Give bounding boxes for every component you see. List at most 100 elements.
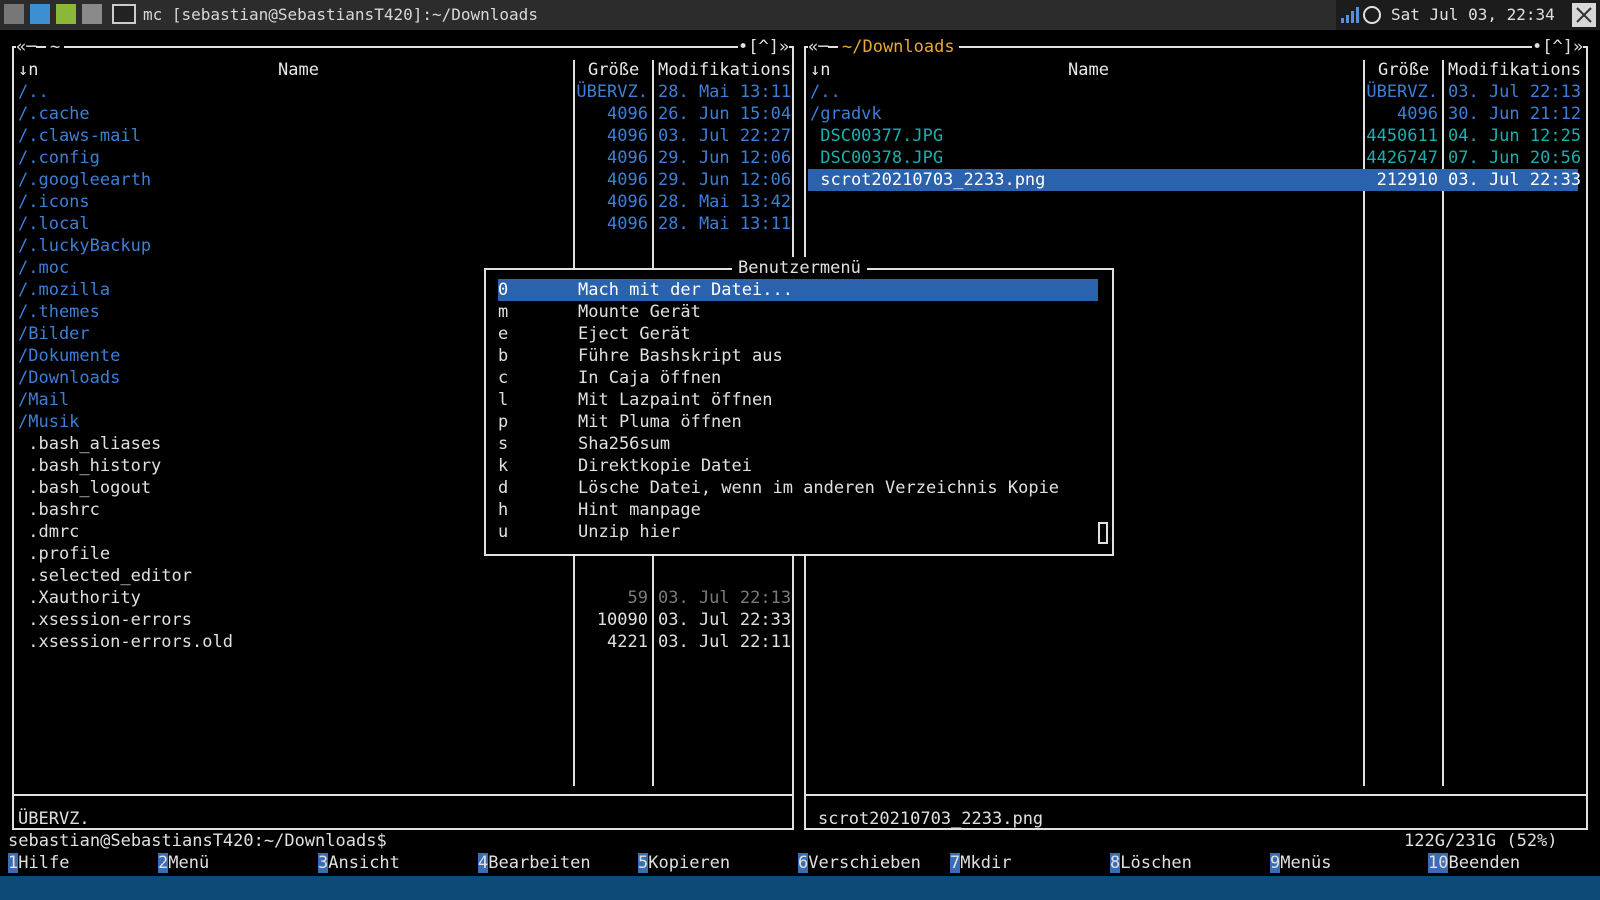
menu-item-label[interactable]: Führe Bashskript aus	[578, 345, 783, 367]
file-name[interactable]: /.luckyBackup	[18, 235, 151, 257]
left-col-size[interactable]: Größe	[588, 59, 639, 81]
fkey-1[interactable]: 1Hilfe	[8, 852, 69, 874]
file-name[interactable]: .dmrc	[18, 521, 79, 543]
left-sort-indicator[interactable]: ↓n	[18, 59, 38, 81]
file-name[interactable]: scrot20210703_2233.png	[810, 169, 1045, 191]
menu-item-label[interactable]: In Caja öffnen	[578, 367, 721, 389]
app-menu-icon[interactable]	[4, 4, 24, 24]
window-title[interactable]: mc [sebastian@SebastiansT420]:~/Download…	[143, 4, 538, 26]
file-name[interactable]: /.mozilla	[18, 279, 110, 301]
fkey-label: Beenden	[1448, 853, 1521, 873]
file-name[interactable]: .bash_logout	[18, 477, 151, 499]
right-panel-corner[interactable]: •[^]»	[1532, 36, 1584, 58]
file-name[interactable]: /Dokumente	[18, 345, 120, 367]
fkey-5[interactable]: 5Kopieren	[638, 852, 730, 874]
file-name[interactable]: .bash_history	[18, 455, 161, 477]
right-col-mtime[interactable]: Modifikations	[1448, 59, 1581, 81]
file-size: 10090	[596, 610, 648, 630]
user-menu-title: Benutzermenü	[732, 257, 867, 279]
file-name[interactable]: DSC00378.JPG	[810, 147, 943, 169]
file-name[interactable]: .selected_editor	[18, 565, 192, 587]
menu-item-key[interactable]: p	[498, 411, 508, 433]
menu-item-label[interactable]: Mach mit der Datei...	[578, 279, 793, 301]
menu-item-label[interactable]: Mit Lazpaint öffnen	[578, 389, 772, 411]
menu-item-key[interactable]: d	[498, 477, 508, 499]
menu-item-key[interactable]: m	[498, 301, 508, 323]
menu-item-key[interactable]: e	[498, 323, 508, 345]
command-prompt[interactable]: sebastian@SebastiansT420:~/Downloads$	[8, 830, 387, 852]
cursor-block	[1098, 522, 1108, 544]
fkey-10[interactable]: 10Beenden	[1428, 852, 1520, 874]
file-name[interactable]: /..	[18, 81, 49, 103]
file-name[interactable]: .Xauthority	[18, 587, 141, 609]
close-icon[interactable]	[1572, 3, 1596, 27]
file-name[interactable]: DSC00377.JPG	[810, 125, 943, 147]
workspace-icon[interactable]	[82, 4, 102, 24]
fkey-label: Löschen	[1120, 853, 1192, 873]
file-name[interactable]: /.themes	[18, 301, 100, 323]
menu-item-label[interactable]: Lösche Datei, wenn im anderen Verzeichni…	[578, 477, 1059, 499]
left-panel-corner[interactable]: •[^]»	[738, 36, 790, 58]
file-name[interactable]: /Downloads	[18, 367, 120, 389]
menu-item-key[interactable]: c	[498, 367, 508, 389]
file-name[interactable]: .bashrc	[18, 499, 100, 521]
menu-item-label[interactable]: Eject Gerät	[578, 323, 691, 345]
menu-item-key[interactable]: k	[498, 455, 508, 477]
menu-item-label[interactable]: Unzip hier	[578, 521, 680, 543]
file-size: ÜBERVZ.	[1366, 82, 1438, 102]
file-name[interactable]: .profile	[18, 543, 110, 565]
right-col-name[interactable]: Name	[1068, 59, 1109, 81]
fkey-8[interactable]: 8Löschen	[1110, 852, 1192, 874]
fkey-4[interactable]: 4Bearbeiten	[478, 852, 591, 874]
file-name[interactable]: .xsession-errors.old	[18, 631, 233, 653]
menu-item-key[interactable]: s	[498, 433, 508, 455]
file-name[interactable]: /.cache	[18, 103, 90, 125]
right-panel-history-icon[interactable]: «─	[808, 36, 829, 58]
disk-usage: 122G/231G (52%)	[1398, 830, 1564, 852]
fkey-9[interactable]: 9Menüs	[1270, 852, 1331, 874]
status-circle-icon[interactable]	[1362, 5, 1382, 25]
file-size: 59	[627, 588, 648, 608]
menu-item-label[interactable]: Sha256sum	[578, 433, 670, 455]
file-name[interactable]: /Musik	[18, 411, 79, 433]
menu-item-key[interactable]: 0	[498, 279, 508, 301]
file-name[interactable]: /Mail	[18, 389, 69, 411]
right-panel-path[interactable]: ~/Downloads	[838, 36, 959, 58]
menu-item-key[interactable]: h	[498, 499, 508, 521]
file-name[interactable]: .xsession-errors	[18, 609, 192, 631]
file-name[interactable]: /.config	[18, 147, 100, 169]
file-name[interactable]: /.moc	[18, 257, 69, 279]
file-manager-icon[interactable]	[30, 4, 50, 24]
fkey-3[interactable]: 3Ansicht	[318, 852, 400, 874]
menu-item-label[interactable]: Hint manpage	[578, 499, 701, 521]
right-sort-indicator[interactable]: ↓n	[810, 59, 830, 81]
file-name[interactable]: .bash_aliases	[18, 433, 161, 455]
file-name[interactable]: /.icons	[18, 191, 90, 213]
menu-item-label[interactable]: Direktkopie Datei	[578, 455, 752, 477]
fkey-7[interactable]: 7Mkdir	[950, 852, 1011, 874]
file-name[interactable]: /.googleearth	[18, 169, 151, 191]
terminal-icon[interactable]	[112, 4, 136, 24]
left-panel-history-icon[interactable]: «─	[16, 36, 37, 58]
left-panel-path[interactable]: ~	[46, 36, 65, 58]
menu-item-label[interactable]: Mit Pluma öffnen	[578, 411, 742, 433]
fkey-2[interactable]: 2Menü	[158, 852, 209, 874]
file-size	[568, 235, 648, 257]
menu-item-label[interactable]: Mounte Gerät	[578, 301, 701, 323]
menu-item-key[interactable]: u	[498, 521, 508, 543]
clock[interactable]: Sat Jul 03, 22:34	[1391, 4, 1555, 26]
file-name[interactable]: /.claws-mail	[18, 125, 141, 147]
right-col-size[interactable]: Größe	[1378, 59, 1429, 81]
menu-item-key[interactable]: b	[498, 345, 508, 367]
left-col-name[interactable]: Name	[278, 59, 319, 81]
file-name[interactable]: /Bilder	[18, 323, 90, 345]
fkey-6[interactable]: 6Verschieben	[798, 852, 921, 874]
left-col-mtime[interactable]: Modifikations	[658, 59, 791, 81]
signal-icon[interactable]	[1340, 6, 1360, 24]
text-editor-icon[interactable]	[56, 4, 76, 24]
file-name[interactable]: /gradvk	[810, 103, 882, 125]
menu-item-key[interactable]: l	[498, 389, 508, 411]
file-name[interactable]: /.local	[18, 213, 90, 235]
file-name[interactable]: /..	[810, 81, 841, 103]
fkey-number: 10	[1428, 853, 1449, 873]
